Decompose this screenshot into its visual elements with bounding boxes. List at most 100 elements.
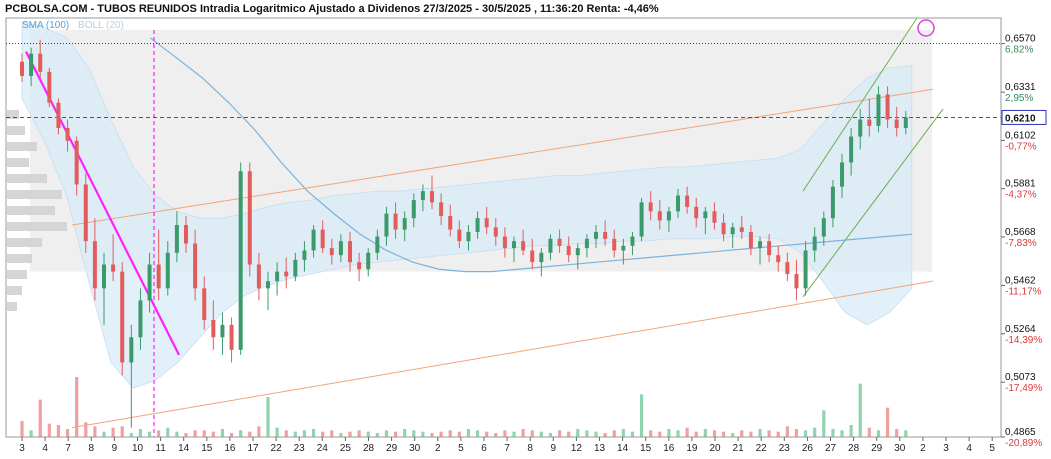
volume-bar <box>339 433 343 437</box>
volume-bar <box>557 430 562 437</box>
date-tick-label: 30 <box>409 443 421 454</box>
date-tick-label: 23 <box>779 443 791 454</box>
volume-bar <box>184 433 188 437</box>
candle-body <box>329 248 334 256</box>
volume-bar <box>147 431 152 437</box>
volume-profile-bar <box>7 254 32 263</box>
candle-body <box>457 229 462 242</box>
candle-body <box>548 238 553 253</box>
volume-bar <box>248 431 252 437</box>
candle-body <box>885 94 890 120</box>
candle-body <box>748 231 753 249</box>
volume-bar <box>20 421 24 437</box>
volume-bar <box>120 426 124 437</box>
date-tick-label: 28 <box>848 443 860 454</box>
volume-bar <box>712 430 717 437</box>
price-tick-label: 0,6331 <box>1005 82 1036 93</box>
candle-body <box>867 119 872 126</box>
date-tick-label: 14 <box>617 443 629 454</box>
volume-bar <box>749 431 753 437</box>
volume-bar <box>393 431 398 437</box>
date-tick-label: 5 <box>458 443 464 454</box>
volume-bar <box>803 430 808 437</box>
candle-body <box>466 231 471 242</box>
date-tick-label: 7 <box>504 443 510 454</box>
date-tick-label: 22 <box>271 443 283 454</box>
volume-profile-bar <box>7 270 27 279</box>
candle-body <box>858 119 863 137</box>
candle-body <box>594 231 599 239</box>
candle-body <box>512 241 517 249</box>
candle-body <box>65 128 70 141</box>
volume-bar <box>849 425 853 437</box>
candle-body <box>129 337 134 363</box>
date-tick-label: 5 <box>989 443 995 454</box>
volume-bar <box>512 431 516 437</box>
volume-profile-bar <box>7 286 22 295</box>
volume-bar <box>239 430 243 437</box>
volume-bar <box>421 431 425 437</box>
volume-bar <box>403 429 407 437</box>
candle-body <box>102 264 107 289</box>
date-tick-label: 12 <box>571 443 583 454</box>
volume-bar <box>93 426 97 437</box>
candle-body <box>694 206 699 219</box>
date-tick-label: 23 <box>294 443 306 454</box>
price-tick-pct: -11,17% <box>1005 286 1042 297</box>
candle-body <box>174 225 179 253</box>
candle-body <box>566 245 571 256</box>
candle-body <box>475 218 480 232</box>
date-tick-label: 13 <box>594 443 606 454</box>
volume-bar <box>439 431 443 437</box>
candle <box>83 173 88 253</box>
candle-body <box>502 236 507 249</box>
date-tick-label: 27 <box>825 443 837 454</box>
volume-bar <box>867 427 871 437</box>
price-tick-label: 0,5264 <box>1005 324 1036 335</box>
volume-bar <box>330 430 334 437</box>
volume-bar <box>384 430 389 437</box>
candle-body <box>712 211 717 223</box>
candle-body <box>393 213 398 230</box>
volume-bar <box>521 429 525 437</box>
candle-body <box>703 211 708 219</box>
volume-bar <box>65 429 70 437</box>
price-tick-pct: -20,89% <box>1005 438 1042 449</box>
volume-bar <box>503 430 507 437</box>
candle-body <box>120 271 125 363</box>
candle-body <box>211 319 216 338</box>
volume-bar <box>785 426 789 437</box>
candle-body <box>530 250 535 263</box>
candle-body <box>603 231 608 239</box>
price-tick-label: 0,6570 <box>1005 34 1036 45</box>
volume-bar <box>858 383 862 437</box>
date-tick-label: 9 <box>551 443 557 454</box>
candle-body <box>876 94 881 126</box>
candle-body <box>311 229 316 251</box>
volume-bar <box>457 431 461 437</box>
candle-body <box>521 241 526 251</box>
volume-bar <box>412 430 416 437</box>
volume-bar <box>840 430 844 437</box>
volume-bar <box>649 430 653 437</box>
candle-body <box>220 324 225 338</box>
price-tick-label: 0,5668 <box>1005 227 1036 238</box>
candle-body <box>758 241 763 249</box>
date-tick-label: 2 <box>920 443 926 454</box>
candle-body <box>584 238 589 249</box>
candle-body <box>357 262 362 270</box>
candle-body <box>247 171 252 265</box>
candle <box>238 162 243 355</box>
volume-bar <box>822 410 826 437</box>
volume-bar <box>29 430 33 437</box>
candle-body <box>138 300 143 338</box>
volume-bar <box>731 433 735 437</box>
candle-body <box>849 136 854 163</box>
date-tick-label: 15 <box>201 443 213 454</box>
candle-body <box>739 227 744 232</box>
volume-bar <box>776 431 780 437</box>
price-tick-pct: -7,83% <box>1005 238 1037 249</box>
volume-bar <box>84 422 88 437</box>
candle-body <box>676 195 681 212</box>
candle-body <box>575 248 580 256</box>
